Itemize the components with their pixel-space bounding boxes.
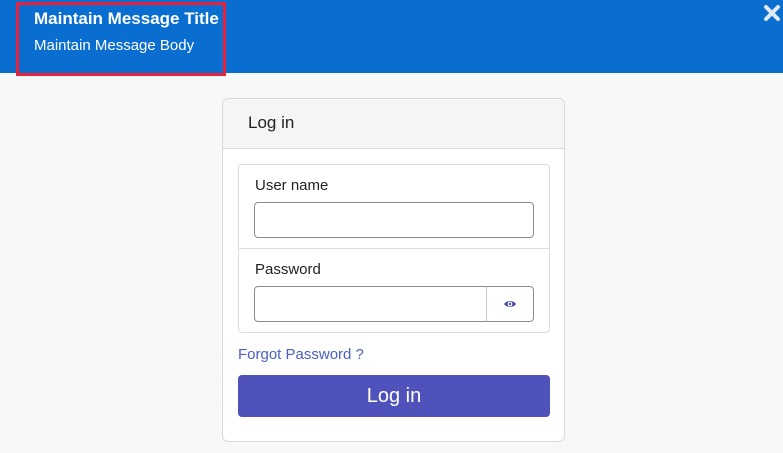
username-label: User name: [255, 177, 329, 194]
eye-icon: [504, 301, 516, 307]
maintenance-message-banner: Maintain Message Title Maintain Message …: [0, 0, 783, 76]
password-field-group: Password: [239, 249, 549, 333]
forgot-password-link[interactable]: Forgot Password ?: [238, 346, 364, 363]
username-input[interactable]: [254, 202, 534, 238]
credentials-fieldset: User name Password: [238, 164, 550, 333]
password-input[interactable]: [254, 286, 487, 322]
close-icon[interactable]: [763, 4, 781, 22]
login-button[interactable]: Log in: [238, 375, 550, 417]
message-title: Maintain Message Title: [34, 9, 219, 28]
login-card: Log in User name Password Forgot Passwor…: [222, 98, 565, 442]
message-body: Maintain Message Body: [34, 37, 195, 54]
show-password-button[interactable]: [486, 286, 534, 322]
password-label: Password: [255, 261, 321, 278]
login-card-header: Log in: [223, 99, 564, 149]
login-card-title: Log in: [248, 113, 295, 132]
username-field-group: User name: [239, 165, 549, 249]
